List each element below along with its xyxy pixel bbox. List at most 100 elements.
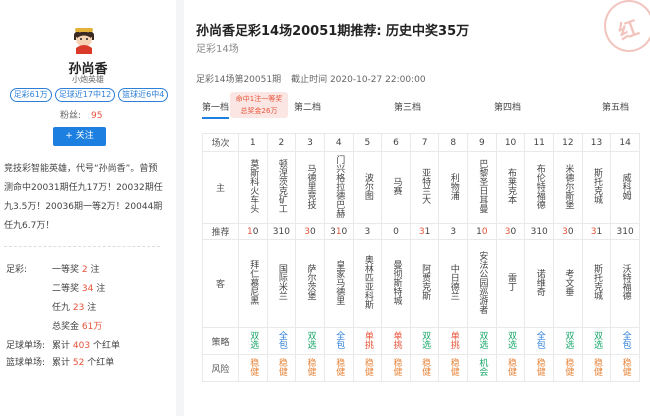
- away-team-text: 阿贾克斯: [420, 264, 431, 300]
- away-team-text: 雷丁: [506, 273, 517, 291]
- match-number: 8: [438, 133, 469, 152]
- away-team-text: 萨尔茨堡: [305, 264, 316, 300]
- match-number: 5: [352, 133, 383, 152]
- stat-second: 二等奖 34 注: [52, 284, 106, 294]
- strategy-text: 双选: [591, 330, 602, 349]
- away-team: 斯托克城: [581, 239, 612, 328]
- recommendation: 31: [581, 223, 612, 240]
- strategy: 双选: [553, 327, 583, 355]
- row-label-strategy: 策略: [202, 327, 239, 355]
- tab-tier-1[interactable]: 第一档: [202, 100, 230, 119]
- recommendation: 310: [266, 223, 297, 240]
- match-number: 7: [409, 133, 440, 152]
- row-label-match: 场次: [202, 133, 239, 152]
- stat-renjiu: 任九 23 注: [52, 303, 97, 313]
- risk-text: 稳健: [563, 357, 574, 376]
- away-team-text: 沃特福德: [620, 264, 631, 300]
- risk: 机会: [467, 354, 497, 382]
- strategy-text: 单挑: [362, 330, 373, 349]
- deadline: 截止时间 2020-10-27 22:00:00: [291, 75, 426, 85]
- risk: 稳健: [581, 354, 612, 382]
- home-team-text: 波尔图: [362, 172, 373, 200]
- risk-text: 稳健: [420, 357, 431, 376]
- tier-tabs: 第一档 命中1注一等奖 总奖金26万 第二档 第三档 第四档 第五档: [196, 92, 650, 119]
- risk-text: 稳健: [362, 357, 373, 376]
- match-number: 1: [237, 133, 268, 152]
- strategy-text: 全包: [620, 330, 631, 349]
- strategy: 全包: [524, 327, 555, 355]
- risk-text: 稳健: [334, 357, 345, 376]
- tag-football[interactable]: 足球近17中12: [54, 88, 116, 102]
- row-home-team: 主莫斯科火车头 顿涅茨克矿工 马德里竞技 门兴格拉德巴赫 波尔图 马赛 亚特兰大 利物浦 巴黎圣…: [202, 151, 640, 224]
- prediction-table: 场次 1 2 3 4 5 6 7 8 9 10 11 12 13 14 主莫斯科火车头 顿涅茨克矿工 马德里竞技…: [202, 133, 640, 382]
- home-team: 威科姆: [610, 151, 640, 224]
- stat-zucai-label: 足彩:: [6, 265, 28, 275]
- stat-basketball-label: 篮球单场:: [6, 358, 46, 368]
- profile-title: 小炮英雄: [72, 75, 104, 84]
- recommendation: 30: [495, 223, 526, 240]
- home-team: 利物浦: [438, 151, 469, 224]
- fans-number: 95: [91, 111, 103, 121]
- tab-tier-3[interactable]: 第三档: [394, 100, 421, 113]
- match-number: 9: [467, 133, 497, 152]
- risk-text: 稳健: [305, 357, 316, 376]
- match-number: 13: [581, 133, 612, 152]
- risk-text: 稳健: [620, 357, 631, 376]
- away-team-text: 国际米兰: [276, 264, 287, 300]
- fans-count: 粉丝: 95: [60, 108, 103, 121]
- risk: 稳健: [524, 354, 555, 382]
- stat-football: 累计 403 个红单: [52, 341, 120, 351]
- risk: 稳健: [438, 354, 469, 382]
- recommendation: 3: [438, 223, 469, 240]
- risk: 稳健: [295, 354, 325, 382]
- home-team-text: 莫斯科火车头: [248, 159, 259, 213]
- tag-basketball[interactable]: 篮球近6中4: [118, 88, 169, 102]
- home-team: 米德尔斯堡: [553, 151, 583, 224]
- away-team-text: 皇家马德里: [334, 259, 345, 305]
- home-team-text: 巴黎圣日耳曼: [477, 159, 488, 213]
- away-team: 沃特福德: [610, 239, 640, 328]
- away-team: 诺维奇: [524, 239, 555, 328]
- row-label-home: 主: [202, 151, 239, 224]
- risk: 稳健: [237, 354, 268, 382]
- away-team-text: 考文垂: [563, 268, 574, 296]
- tab-tier-4[interactable]: 第四档: [494, 100, 521, 113]
- avatar[interactable]: [67, 20, 101, 54]
- match-number: 10: [495, 133, 526, 152]
- away-team-text: 拜仁慕尼黑: [248, 259, 259, 305]
- strategy: 单挑: [381, 327, 411, 355]
- strategy: 全包: [266, 327, 297, 355]
- row-label-away: 客: [202, 239, 239, 328]
- page-title: 孙尚香足彩14场20051期推荐: 历史中奖35万: [196, 24, 470, 39]
- strategy: 双选: [495, 327, 526, 355]
- issue-number: 足彩14场第20051期: [196, 75, 282, 85]
- page-subtitle: 足彩14场: [196, 44, 239, 55]
- tab-tier-2[interactable]: 第二档: [294, 100, 321, 113]
- away-team: 曼彻斯特城: [381, 239, 411, 328]
- strategy: 双选: [467, 327, 497, 355]
- recommendation: 3: [352, 223, 383, 240]
- strategy-text: 单挑: [448, 330, 459, 349]
- risk: 稳健: [381, 354, 411, 382]
- match-number: 4: [323, 133, 354, 152]
- recommendation: 31: [409, 223, 440, 240]
- tab-tier-5[interactable]: 第五档: [602, 100, 629, 113]
- tab-badge: 命中1注一等奖 总奖金26万: [230, 92, 288, 118]
- home-team: 门兴格拉德巴赫: [323, 151, 354, 224]
- follow-button[interactable]: + 关注: [53, 127, 106, 146]
- risk-text: 稳健: [506, 357, 517, 376]
- risk: 稳健: [266, 354, 297, 382]
- home-team-text: 米德尔斯堡: [563, 163, 574, 209]
- strategy: 单挑: [352, 327, 383, 355]
- home-team-text: 门兴格拉德巴赫: [334, 154, 345, 218]
- away-team-text: 奥林匹亚科斯: [362, 255, 373, 309]
- home-team-text: 亚特兰大: [420, 168, 431, 204]
- row-recommendation: 推荐 10 310 30 310 3 0 31 3 10 30 310 30 31 310: [202, 223, 640, 240]
- tag-zucai[interactable]: 足彩61万: [9, 88, 52, 102]
- recommendation: 30: [295, 223, 325, 240]
- risk: 稳健: [495, 354, 526, 382]
- strategy: 全包: [323, 327, 354, 355]
- risk-text: 稳健: [448, 357, 459, 376]
- stat-basketball: 累计 52 个红单: [52, 358, 115, 368]
- row-label-rec: 推荐: [202, 223, 239, 240]
